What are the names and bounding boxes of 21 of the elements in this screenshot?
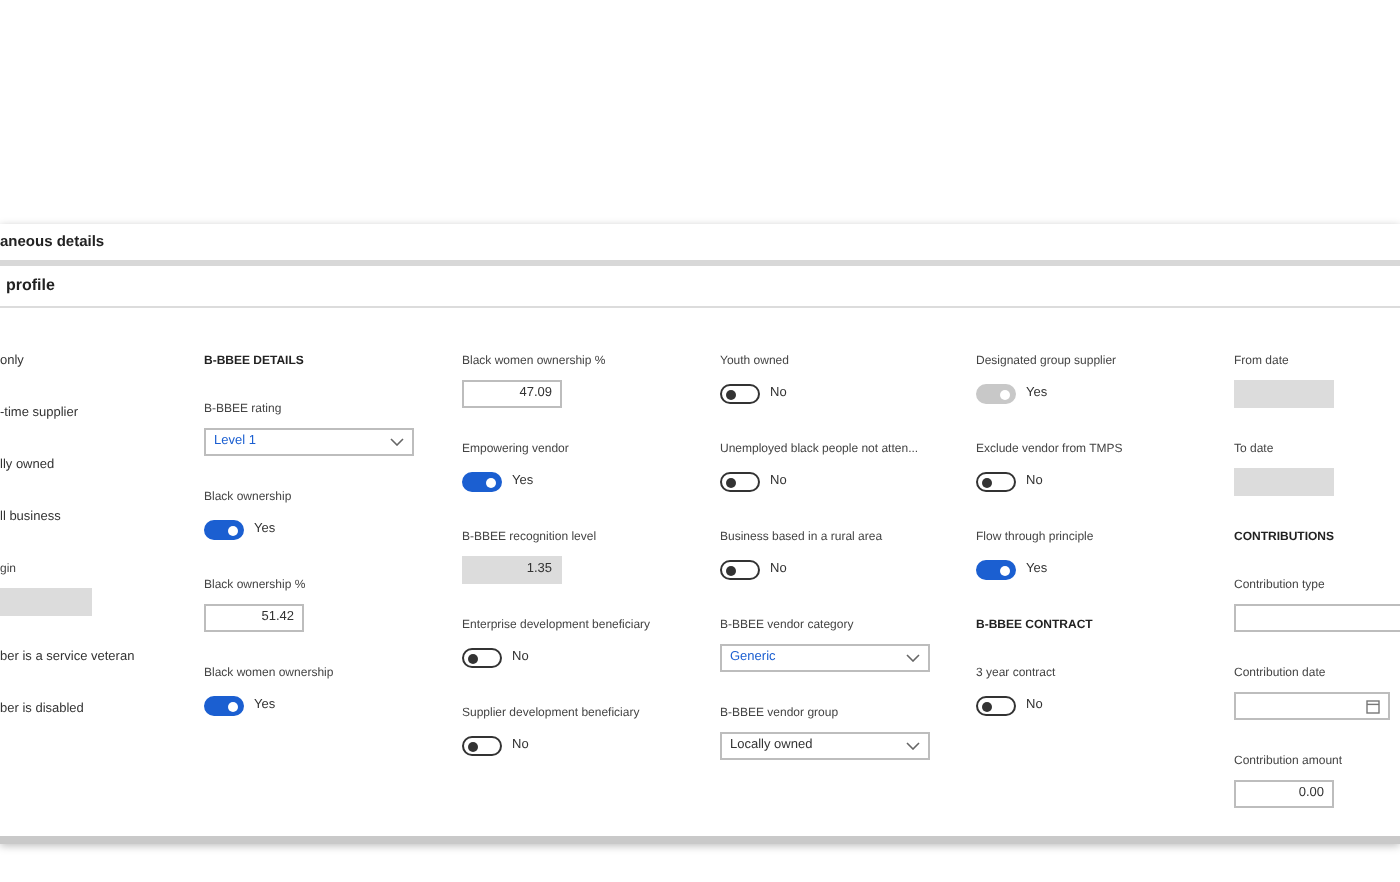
toggle-switch[interactable] — [976, 472, 1016, 492]
chevron-down-icon — [906, 742, 920, 750]
toggle-switch[interactable] — [462, 472, 502, 492]
toggle-switch[interactable] — [462, 648, 502, 668]
toggle-switch[interactable] — [462, 736, 502, 756]
toggle-switch[interactable] — [720, 384, 760, 404]
toggle-switch[interactable] — [976, 696, 1016, 716]
chevron-down-icon — [906, 654, 920, 662]
toggle-switch[interactable] — [720, 560, 760, 580]
toggle-switch[interactable] — [204, 520, 244, 540]
calendar-icon — [1366, 699, 1380, 713]
toggle-switch[interactable] — [720, 472, 760, 492]
toggle-switch[interactable] — [976, 560, 1016, 580]
toggle-switch[interactable] — [204, 696, 244, 716]
readonly-field — [1234, 380, 1334, 408]
section-title: profile — [6, 274, 55, 298]
date-field[interactable] — [1234, 692, 1390, 720]
readonly-field — [1234, 468, 1334, 496]
readonly-field — [0, 588, 92, 616]
chevron-down-icon — [390, 438, 404, 446]
text-field[interactable] — [1234, 604, 1400, 632]
